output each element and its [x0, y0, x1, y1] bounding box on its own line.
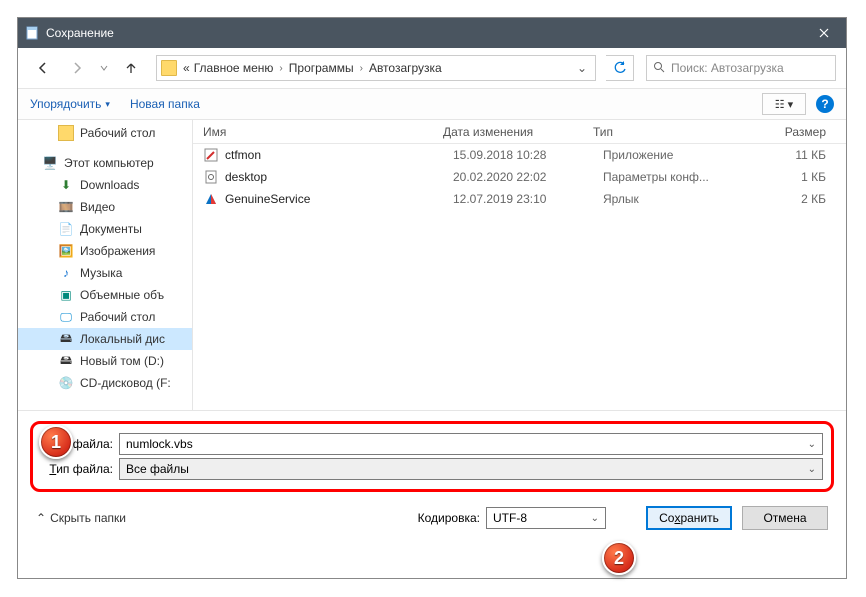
sidebar-item-thispc[interactable]: 🖥️Этот компьютер	[18, 152, 192, 174]
navbar: « Главное меню › Программы › Автозагрузк…	[18, 48, 846, 88]
file-row[interactable]: GenuineService 12.07.2019 23:10 Ярлык 2 …	[193, 188, 846, 210]
action-row: ⌃ Скрыть папки Кодировка: UTF-8 ⌄ Сохран…	[24, 500, 840, 538]
annotation-badge-1: 1	[39, 425, 73, 459]
drive-icon: 🖴	[58, 353, 74, 369]
sidebar-item-downloads[interactable]: ⬇Downloads	[18, 174, 192, 196]
file-icon	[203, 147, 219, 163]
chevron-down-icon[interactable]: ⌄	[808, 464, 816, 475]
cube-icon: ▣	[58, 287, 74, 303]
chevron-right-icon: ›	[279, 63, 282, 74]
bottom-panel: Имя файла: ⌄ Тип файла: Все файлы ⌄ ⌃ Ск…	[18, 410, 846, 544]
documents-icon: 📄	[58, 221, 74, 237]
chevron-down-icon[interactable]: ⌄	[591, 513, 599, 524]
hide-folders-toggle[interactable]: ⌃ Скрыть папки	[36, 511, 126, 525]
pc-icon: 🖥️	[42, 155, 58, 171]
sidebar-item-localdisk[interactable]: 🖴Локальный дис	[18, 328, 192, 350]
downloads-icon: ⬇	[58, 177, 74, 193]
titlebar: Сохранение	[18, 18, 846, 48]
drive-icon: 🖴	[58, 331, 74, 347]
encoding-label: Кодировка:	[418, 511, 480, 525]
sidebar-item-newvol[interactable]: 🖴Новый том (D:)	[18, 350, 192, 372]
col-name[interactable]: Имя	[193, 125, 443, 139]
sidebar-item-cd[interactable]: 💿CD-дисковод (F:	[18, 372, 192, 394]
encoding-select[interactable]: UTF-8 ⌄	[486, 507, 606, 529]
close-button[interactable]	[801, 18, 846, 48]
organize-menu[interactable]: Упорядочить▾	[30, 97, 110, 111]
cancel-button[interactable]: Отмена	[742, 506, 828, 530]
search-placeholder: Поиск: Автозагрузка	[671, 61, 784, 75]
video-icon: 🎞️	[58, 199, 74, 215]
filename-input[interactable]: ⌄	[119, 433, 823, 455]
col-date[interactable]: Дата изменения	[443, 125, 593, 139]
sidebar-item-desktop-quick[interactable]: Рабочий стол	[18, 122, 192, 144]
pictures-icon: 🖼️	[58, 243, 74, 259]
back-button[interactable]	[28, 53, 58, 83]
music-icon: ♪	[58, 265, 74, 281]
sidebar-item-music[interactable]: ♪Музыка	[18, 262, 192, 284]
filetype-label: Тип файла:	[41, 462, 119, 476]
breadcrumb-item[interactable]: Программы	[289, 61, 354, 75]
cd-icon: 💿	[58, 375, 74, 391]
view-mode-button[interactable]: ☷ ▾	[762, 93, 806, 115]
body: Рабочий стол 🖥️Этот компьютер ⬇Downloads…	[18, 120, 846, 410]
new-folder-button[interactable]: Новая папка	[130, 97, 200, 111]
search-input[interactable]: Поиск: Автозагрузка	[646, 55, 836, 81]
forward-button[interactable]	[62, 53, 92, 83]
notepad-icon	[24, 25, 40, 41]
desktop-icon: 🖵	[58, 309, 74, 325]
sidebar-item-video[interactable]: 🎞️Видео	[18, 196, 192, 218]
recent-dropdown[interactable]	[96, 53, 112, 83]
up-button[interactable]	[116, 53, 146, 83]
folder-icon	[161, 60, 177, 76]
help-button[interactable]: ?	[816, 95, 834, 113]
breadcrumb-bar[interactable]: « Главное меню › Программы › Автозагрузк…	[156, 55, 596, 81]
file-row[interactable]: ctfmon 15.09.2018 10:28 Приложение 11 КБ	[193, 144, 846, 166]
window-title: Сохранение	[46, 26, 801, 40]
chevron-up-icon: ⌃	[36, 511, 46, 525]
column-headers[interactable]: Имя Дата изменения Тип Размер	[193, 120, 846, 144]
sidebar: Рабочий стол 🖥️Этот компьютер ⬇Downloads…	[18, 120, 193, 410]
sidebar-item-pictures[interactable]: 🖼️Изображения	[18, 240, 192, 262]
filetype-select[interactable]: Все файлы ⌄	[119, 458, 823, 480]
save-button[interactable]: Сохранить	[646, 506, 732, 530]
chevron-down-icon[interactable]: ⌄	[808, 439, 816, 450]
chevron-right-icon: ›	[360, 63, 363, 74]
path-dropdown[interactable]: ⌄	[573, 61, 591, 75]
breadcrumb-item[interactable]: Автозагрузка	[369, 61, 442, 75]
file-list: Имя Дата изменения Тип Размер ctfmon 15.…	[193, 120, 846, 410]
dialog-window: Сохранение « Главное меню › Программы › …	[17, 17, 847, 579]
refresh-button[interactable]	[606, 55, 634, 81]
sidebar-item-desktop[interactable]: 🖵Рабочий стол	[18, 306, 192, 328]
col-size[interactable]: Размер	[733, 125, 846, 139]
col-type[interactable]: Тип	[593, 125, 733, 139]
toolbar: Упорядочить▾ Новая папка ☷ ▾ ?	[18, 88, 846, 120]
sidebar-item-documents[interactable]: 📄Документы	[18, 218, 192, 240]
config-icon	[203, 169, 219, 185]
folder-icon	[58, 125, 74, 141]
shortcut-icon	[203, 191, 219, 207]
annotation-box-1: Имя файла: ⌄ Тип файла: Все файлы ⌄	[30, 421, 834, 492]
breadcrumb-prefix: «	[183, 61, 190, 75]
breadcrumb-item[interactable]: Главное меню	[194, 61, 274, 75]
search-icon	[653, 61, 665, 76]
file-row[interactable]: desktop 20.02.2020 22:02 Параметры конф.…	[193, 166, 846, 188]
sidebar-item-3d[interactable]: ▣Объемные объ	[18, 284, 192, 306]
annotation-badge-2: 2	[602, 541, 636, 575]
